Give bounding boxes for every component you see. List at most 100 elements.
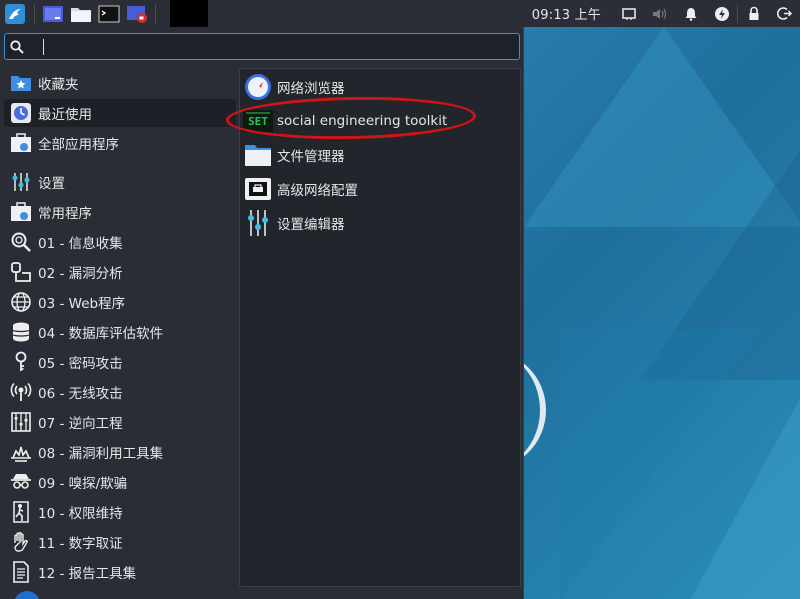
- top-panel: 09:13 上午: [0, 0, 800, 27]
- category-all-apps[interactable]: 全部应用程序: [4, 129, 236, 157]
- app-file-manager[interactable]: 文件管理器: [243, 139, 519, 171]
- reverse-engineering-icon: [9, 410, 33, 434]
- search-input[interactable]: [29, 35, 519, 58]
- key-icon: [9, 350, 33, 374]
- screen-recorder-launcher[interactable]: [123, 0, 151, 27]
- forensics-hand-icon: [9, 530, 33, 554]
- svg-text:SET: SET: [248, 115, 268, 128]
- common-apps-icon: [9, 200, 33, 224]
- category-label: 最近使用: [38, 107, 92, 123]
- category-reporting-tools[interactable]: 12 - 报告工具集: [4, 558, 236, 586]
- file-manager-launcher[interactable]: [67, 0, 95, 27]
- system-tray: 09:13 上午: [532, 0, 800, 27]
- category-digital-forensics[interactable]: 11 - 数字取证: [4, 528, 236, 556]
- app-label: 高级网络配置: [277, 183, 358, 199]
- category-settings[interactable]: 设置: [4, 168, 236, 196]
- file-manager-icon: [71, 7, 91, 22]
- settings-editor-icon: [243, 208, 273, 238]
- report-icon: [9, 560, 33, 584]
- category-exploitation-tools[interactable]: 08 - 漏洞利用工具集: [4, 438, 236, 466]
- lock-icon: [749, 6, 758, 20]
- category-label: 12 - 报告工具集: [38, 566, 137, 582]
- app-advanced-network-config[interactable]: 高级网络配置: [243, 173, 519, 205]
- category-label: 05 - 密码攻击: [38, 356, 123, 372]
- window-icon: [621, 7, 636, 20]
- category-label: 02 - 漏洞分析: [38, 266, 123, 282]
- sniffing-icon: [9, 470, 33, 494]
- app-settings-editor[interactable]: 设置编辑器: [243, 207, 519, 239]
- category-label: 01 - 信息收集: [38, 236, 123, 252]
- volume-icon: [652, 8, 666, 19]
- network-config-icon: [243, 174, 273, 204]
- text-caret: [43, 39, 44, 55]
- category-label: 08 - 漏洞利用工具集: [38, 446, 164, 462]
- recent-clock-icon: [9, 101, 33, 125]
- panel-separator: [155, 3, 156, 24]
- application-list: 网络浏览器 SET social engineering toolkit 文件管…: [239, 68, 521, 587]
- category-wireless-attacks[interactable]: 06 - 无线攻击: [4, 378, 236, 406]
- logout-button[interactable]: [769, 0, 800, 27]
- category-database-assessment[interactable]: 04 - 数据库评估软件: [4, 318, 236, 346]
- wireless-icon: [9, 380, 33, 404]
- search-box[interactable]: [4, 33, 520, 60]
- workspace-icon: [43, 5, 63, 22]
- category-information-gathering[interactable]: 01 - 信息收集: [4, 228, 236, 256]
- category-common-apps[interactable]: 常用程序: [4, 198, 236, 226]
- maintain-access-icon: [9, 500, 33, 524]
- globe-icon: [9, 290, 33, 314]
- category-password-attacks[interactable]: 05 - 密码攻击: [4, 348, 236, 376]
- category-maintaining-access[interactable]: 10 - 权限维持: [4, 498, 236, 526]
- category-sniffing-spoofing[interactable]: 09 - 嗅探/欺骗: [4, 468, 236, 496]
- notification-tray-button[interactable]: [675, 0, 706, 27]
- app-label: social engineering toolkit: [277, 113, 448, 129]
- applications-menu-button[interactable]: [0, 0, 30, 27]
- app-web-browser[interactable]: 网络浏览器: [243, 71, 519, 103]
- category-favorites[interactable]: 收藏夹: [4, 69, 236, 97]
- category-label: 常用程序: [38, 206, 92, 222]
- favorites-star-icon: [9, 71, 33, 95]
- clock[interactable]: 09:13 上午: [532, 4, 613, 23]
- applications-menu: 收藏夹 最近使用 全部应用程序 设置 常用程序 01 - 信息收集 02 - 漏…: [0, 27, 524, 599]
- category-label: 07 - 逆向工程: [38, 416, 123, 432]
- terminal-icon: [98, 5, 120, 22]
- folder-icon: [243, 140, 273, 170]
- all-apps-icon: [9, 131, 33, 155]
- exploit-icon: [9, 440, 33, 464]
- category-web-applications[interactable]: 03 - Web程序: [4, 288, 236, 316]
- app-label: 设置编辑器: [277, 217, 345, 233]
- taskbar-window-button[interactable]: [170, 0, 208, 27]
- category-vulnerability-analysis[interactable]: 02 - 漏洞分析: [4, 258, 236, 286]
- category-label: 收藏夹: [38, 77, 79, 93]
- settings-sliders-icon: [9, 170, 33, 194]
- category-recent[interactable]: 最近使用: [4, 99, 236, 127]
- power-manager-tray-button[interactable]: [706, 0, 737, 27]
- window-tray-button[interactable]: [613, 0, 644, 27]
- vuln-analysis-icon: [9, 260, 33, 284]
- volume-tray-button[interactable]: [644, 0, 675, 27]
- category-label: 10 - 权限维持: [38, 506, 123, 522]
- category-label: 03 - Web程序: [38, 296, 126, 312]
- search-icon: [5, 39, 29, 54]
- app-label: 文件管理器: [277, 149, 345, 165]
- category-reverse-engineering[interactable]: 07 - 逆向工程: [4, 408, 236, 436]
- workspace-launcher[interactable]: [39, 0, 67, 27]
- kali-dragon-icon: [5, 3, 25, 24]
- category-label: 全部应用程序: [38, 137, 119, 153]
- app-label: 网络浏览器: [277, 81, 345, 97]
- database-icon: [9, 320, 33, 344]
- power-manager-icon: [714, 6, 729, 21]
- logout-icon: [777, 7, 792, 20]
- notification-bell-icon: [685, 7, 696, 21]
- terminal-launcher[interactable]: [95, 0, 123, 27]
- category-label: 06 - 无线攻击: [38, 386, 123, 402]
- category-label: 09 - 嗅探/欺骗: [38, 476, 128, 492]
- app-social-engineering-toolkit[interactable]: SET social engineering toolkit: [243, 105, 519, 137]
- lock-screen-button[interactable]: [738, 0, 769, 27]
- category-label: 11 - 数字取证: [38, 536, 123, 552]
- magnifier-icon: [9, 230, 33, 254]
- screen-recorder-icon: [127, 5, 147, 23]
- panel-separator: [34, 3, 35, 24]
- web-browser-icon: [243, 72, 273, 102]
- category-list: 收藏夹 最近使用 全部应用程序 设置 常用程序 01 - 信息收集 02 - 漏…: [0, 68, 238, 599]
- category-label: 04 - 数据库评估软件: [38, 326, 164, 342]
